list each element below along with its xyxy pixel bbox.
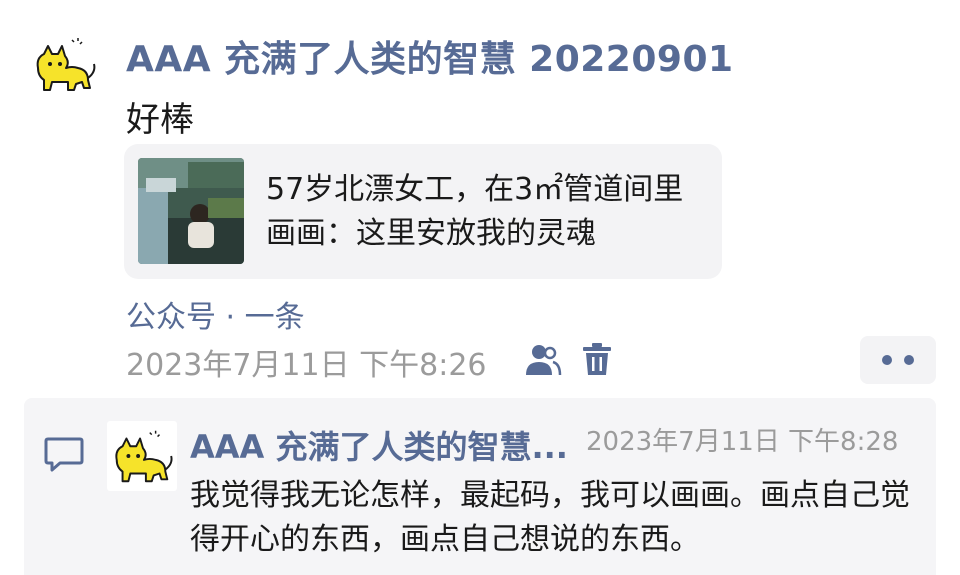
post-author-name[interactable]: AAA 充满了人类的智慧 20220901 xyxy=(126,30,734,82)
more-dots-icon[interactable] xyxy=(860,336,936,384)
post-timestamp: 2023年7月11日 下午8:26 xyxy=(126,348,487,383)
comment-text[interactable]: 我觉得我无论怎样，最起码，我可以画画。画点自己觉得开心的东西，画点自己想说的东西… xyxy=(190,474,920,562)
commenter-avatar[interactable] xyxy=(107,421,177,491)
commenter-name[interactable]: AAA 充满了人类的智慧... xyxy=(190,422,568,468)
dot xyxy=(904,355,914,365)
dot xyxy=(882,355,892,365)
yellow-cat-icon xyxy=(115,430,173,483)
comment-icon xyxy=(44,436,84,472)
comment-timestamp: 2023年7月11日 下午8:28 xyxy=(586,427,899,457)
avatar[interactable] xyxy=(28,28,100,100)
article-thumbnail xyxy=(138,158,244,264)
source-label[interactable]: 公众号 · 一条 xyxy=(126,292,305,336)
post-message: 好棒 xyxy=(126,100,194,140)
link-card-title: 57岁北漂女工，在3㎡管道间里画画：这里安放我的灵魂 xyxy=(266,172,684,251)
trash-icon[interactable] xyxy=(582,342,612,376)
people-icon[interactable] xyxy=(524,343,562,377)
yellow-cat-icon xyxy=(36,38,96,91)
